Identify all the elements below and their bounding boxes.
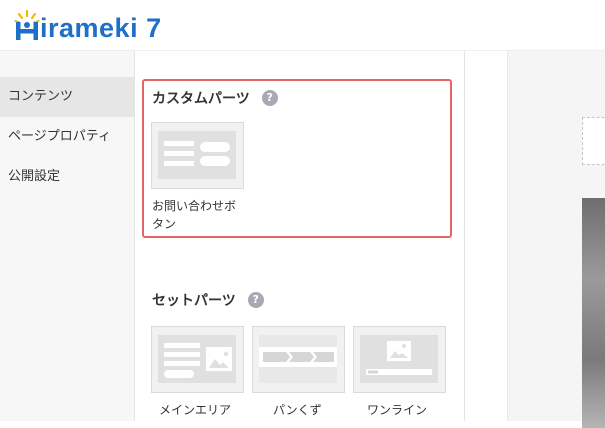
one-line-part-thumbnail[interactable] xyxy=(353,326,446,393)
custom-parts-title: カスタムパーツ xyxy=(152,91,250,107)
sidebar: コンテンツ ページプロパティ 公開設定 xyxy=(0,51,135,421)
contact-button-part-label: お問い合わせボ タン xyxy=(152,197,236,233)
parts-panel: カスタムパーツ ? お問い合わせボ タン セットパーツ ? メインエリア パンく… xyxy=(135,51,465,421)
set-parts-title: セットパーツ xyxy=(152,293,236,309)
panel-divider-area xyxy=(465,51,507,421)
custom-parts-heading: カスタムパーツ ? xyxy=(152,87,278,109)
sidebar-item-publish-settings[interactable]: 公開設定 xyxy=(0,157,134,197)
contact-button-label-line2: タン xyxy=(152,217,177,231)
main-area-preview-icon xyxy=(158,335,236,383)
custom-parts-help-icon[interactable]: ? xyxy=(261,90,278,106)
set-parts-help-icon[interactable]: ? xyxy=(247,292,264,308)
one-line-preview-icon xyxy=(360,335,438,383)
logo-text: irameki 7 xyxy=(40,13,162,43)
hirameki-logo[interactable]: irameki 7 xyxy=(14,4,162,44)
breadcrumb-part-label: パンくず xyxy=(273,403,322,417)
page-preview-area xyxy=(507,51,605,428)
contact-button-preview-icon xyxy=(158,131,236,179)
app-header: irameki 7 xyxy=(0,0,605,51)
breadcrumb-part-thumbnail[interactable] xyxy=(252,326,345,393)
sidebar-item-page-properties[interactable]: ページプロパティ xyxy=(0,117,134,157)
logo-lightbulb-icon xyxy=(14,9,40,40)
breadcrumb-preview-icon xyxy=(259,335,337,383)
main-area-part-thumbnail[interactable] xyxy=(151,326,244,393)
main-area-part-label: メインエリア xyxy=(159,403,232,417)
drop-zone-placeholder[interactable] xyxy=(582,117,605,165)
preview-image xyxy=(582,198,605,428)
sidebar-item-contents[interactable]: コンテンツ xyxy=(0,77,134,117)
contact-button-part-thumbnail[interactable] xyxy=(151,122,244,189)
set-parts-heading: セットパーツ ? xyxy=(152,289,264,311)
custom-parts-section: カスタムパーツ ? お問い合わせボ タン xyxy=(142,79,452,238)
one-line-part-label: ワンライン xyxy=(367,403,428,417)
contact-button-label-line1: お問い合わせボ xyxy=(152,199,237,213)
